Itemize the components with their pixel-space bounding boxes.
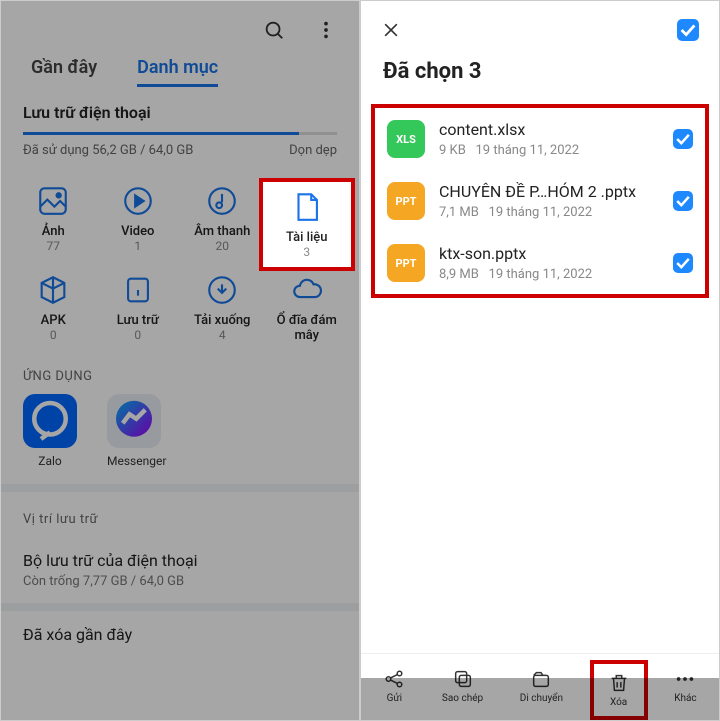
tile-documents[interactable]: Tài liệu 3	[265, 184, 350, 265]
storage-bar	[23, 132, 337, 135]
bottom-action-bar: Gửi Sao chép Di chuyển Xóa Khác	[361, 653, 719, 720]
file-checkbox[interactable]	[673, 253, 693, 273]
copy-button[interactable]: Sao chép	[436, 664, 489, 716]
close-icon[interactable]	[381, 20, 401, 40]
recently-deleted-row[interactable]: Đã xóa gần đây	[1, 611, 359, 658]
trash-icon	[608, 672, 630, 694]
more-icon[interactable]	[315, 19, 337, 41]
more-button[interactable]: Khác	[668, 664, 702, 716]
tab-recent[interactable]: Gần đây	[31, 57, 97, 87]
more-horizontal-icon	[674, 668, 696, 690]
send-button[interactable]: Gửi	[377, 664, 411, 716]
tile-cloud[interactable]: Ổ đĩa đám mây	[265, 273, 350, 343]
file-checkbox[interactable]	[673, 191, 693, 211]
file-selection-screen: Đã chọn 3 XLS content.xlsx 9 KB 19 tháng…	[360, 0, 720, 721]
storage-title: Lưu trữ điện thoại	[23, 103, 337, 122]
phone-storage-row[interactable]: Bộ lưu trữ của điện thoại Còn trống 7,77…	[1, 537, 359, 603]
zalo-icon	[23, 394, 77, 448]
file-manager-categories: Gần đây Danh mục Lưu trữ điện thoại Đã s…	[0, 0, 360, 721]
file-checkbox[interactable]	[673, 129, 693, 149]
ppt-icon: PPT	[387, 182, 425, 220]
storage-used: Đã sử dụng 56,2 GB / 64,0 GB	[23, 143, 193, 158]
tile-apk[interactable]: APK 0	[11, 273, 96, 343]
messenger-icon	[107, 394, 161, 448]
select-all-checkbox[interactable]	[677, 19, 699, 41]
tile-images[interactable]: Ảnh 77	[11, 184, 96, 265]
file-list: XLS content.xlsx 9 KB 19 tháng 11, 2022 …	[371, 104, 709, 298]
share-icon	[383, 668, 405, 690]
copy-icon	[452, 668, 474, 690]
tile-audio[interactable]: Âm thanh 20	[180, 184, 265, 265]
tile-archive[interactable]: Lưu trữ 0	[96, 273, 181, 343]
app-messenger[interactable]: Messenger	[107, 394, 166, 468]
storage-location-label: Vị trí lưu trữ	[1, 492, 359, 537]
tab-categories[interactable]: Danh mục	[137, 57, 218, 87]
search-icon[interactable]	[263, 19, 285, 41]
file-row[interactable]: PPT ktx-son.pptx 8,9 MB 19 tháng 11, 202…	[375, 232, 705, 294]
app-zalo[interactable]: Zalo	[23, 394, 77, 468]
file-row[interactable]: PPT CHUYÊN ĐỀ P…HÓM 2 .pptx 7,1 MB 19 th…	[375, 170, 705, 232]
move-button[interactable]: Di chuyển	[514, 664, 569, 716]
tile-downloads[interactable]: Tải xuống 4	[180, 273, 265, 343]
cleanup-link[interactable]: Dọn dẹp	[289, 143, 337, 158]
move-icon	[530, 668, 552, 690]
tile-video[interactable]: Video 1	[96, 184, 181, 265]
ppt-icon: PPT	[387, 244, 425, 282]
xls-icon: XLS	[387, 120, 425, 158]
selection-count: Đã chọn 3	[361, 49, 719, 104]
delete-button[interactable]: Xóa	[594, 664, 644, 716]
apps-label: ỨNG DỤNG	[1, 349, 359, 394]
file-row[interactable]: XLS content.xlsx 9 KB 19 tháng 11, 2022	[375, 108, 705, 170]
